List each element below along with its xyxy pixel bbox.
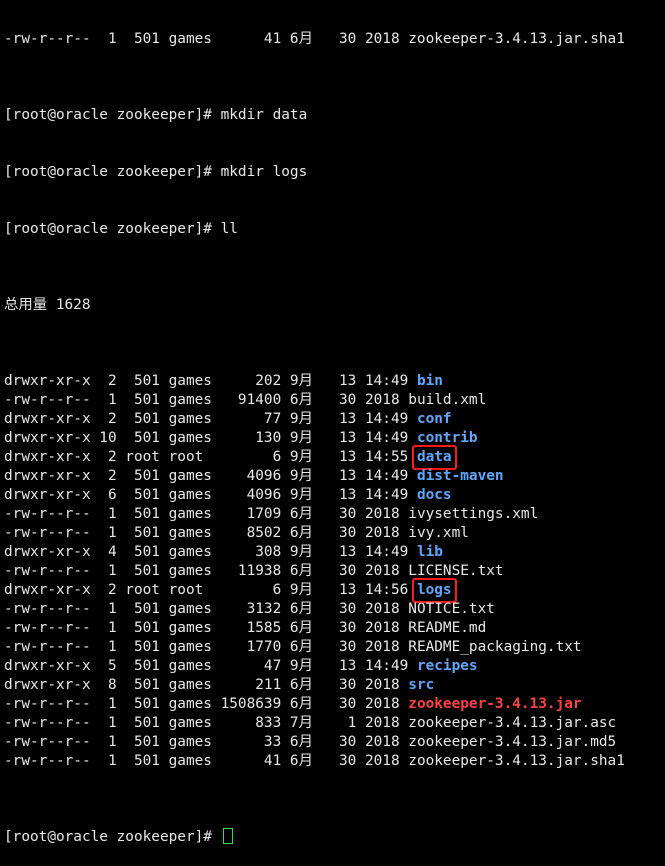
listing-row: -rw-r--r-- 1 501 games 1770 6月 30 2018 R… (0, 638, 665, 657)
listing-row: -rw-r--r-- 1 501 games 1709 6月 30 2018 i… (0, 505, 665, 524)
listing-name: dist-maven (416, 468, 504, 484)
listing-meta: -rw-r--r-- 1 501 games 33 6月 30 2018 (4, 734, 409, 750)
listing-meta: -rw-r--r-- 1 501 games 8502 6月 30 2018 (4, 525, 409, 541)
listing-name: LICENSE.txt (408, 563, 504, 579)
listing-name: README.md (408, 620, 487, 636)
listing-row: -rw-r--r-- 1 501 games 8502 6月 30 2018 i… (0, 524, 665, 543)
command-line: [root@oracle zookeeper]# mkdir data (0, 106, 665, 125)
listing-meta: drwxr-xr-x 2 root root 6 9月 13 14:55 (4, 449, 417, 465)
listing-meta: -rw-r--r-- 1 501 games 11938 6月 30 2018 (4, 563, 409, 579)
command-text: mkdir data (220, 107, 308, 123)
listing-row: -rw-r--r-- 1 501 games 91400 6月 30 2018 … (0, 391, 665, 410)
listing-meta: -rw-r--r-- 1 501 games 833 7月 1 2018 (4, 715, 409, 731)
listing-row: -rw-r--r-- 1 501 games 41 6月 30 2018 zoo… (0, 752, 665, 771)
listing-name: recipes (416, 658, 478, 674)
listing-row: drwxr-xr-x 4 501 games 308 9月 13 14:49 l… (0, 543, 665, 562)
listing-name: contrib (416, 430, 478, 446)
listing-name: zookeeper-3.4.13.jar.sha1 (408, 753, 625, 769)
listing-name-highlighted: logs (416, 582, 452, 598)
listing-name: lib (416, 544, 443, 560)
listing-meta: drwxr-xr-x 6 501 games 4096 9月 13 14:49 (4, 487, 417, 503)
listing-meta: drwxr-xr-x 2 501 games 202 9月 13 14:49 (4, 373, 417, 389)
listing-row: drwxr-xr-x 5 501 games 47 9月 13 14:49 re… (0, 657, 665, 676)
listing-meta: drwxr-xr-x 4 501 games 308 9月 13 14:49 (4, 544, 417, 560)
listing-name: docs (416, 487, 452, 503)
listing-name: zookeeper-3.4.13.jar.md5 (408, 734, 617, 750)
command-text: ll (220, 221, 238, 237)
command-text: mkdir logs (220, 164, 308, 180)
listing-meta: -rw-r--r-- 1 501 games 1709 6月 30 2018 (4, 506, 409, 522)
listing-row: -rw-r--r-- 1 501 games 11938 6月 30 2018 … (0, 562, 665, 581)
listing-name: ivy.xml (408, 525, 469, 541)
terminal-line-partial: -rw-r--r-- 1 501 games 41 6月 30 2018 zoo… (4, 31, 625, 47)
command-line: [root@oracle zookeeper]# ll (0, 220, 665, 239)
shell-prompt: [root@oracle zookeeper]# (4, 164, 221, 180)
listing-row: drwxr-xr-x 8 501 games 211 6月 30 2018 sr… (0, 676, 665, 695)
listing-meta: -rw-r--r-- 1 501 games 1508639 6月 30 201… (4, 696, 409, 712)
listing-name: NOTICE.txt (408, 601, 495, 617)
command-line-active[interactable]: [root@oracle zookeeper]# (0, 828, 665, 847)
listing-row: drwxr-xr-x 6 501 games 4096 9月 13 14:49 … (0, 486, 665, 505)
listing-name: bin (416, 373, 443, 389)
listing-name: README_packaging.txt (408, 639, 582, 655)
command-line: [root@oracle zookeeper]# mkdir logs (0, 163, 665, 182)
listing-row: -rw-r--r-- 1 501 games 1508639 6月 30 201… (0, 695, 665, 714)
listing-row: drwxr-xr-x 10 501 games 130 9月 13 14:49 … (0, 429, 665, 448)
listing-meta: -rw-r--r-- 1 501 games 1770 6月 30 2018 (4, 639, 409, 655)
terminal-window[interactable]: -rw-r--r-- 1 501 games 41 6月 30 2018 zoo… (0, 0, 665, 866)
listing-meta: -rw-r--r-- 1 501 games 41 6月 30 2018 (4, 753, 409, 769)
listing-row: drwxr-xr-x 2 501 games 4096 9月 13 14:49 … (0, 467, 665, 486)
listing-meta: -rw-r--r-- 1 501 games 91400 6月 30 2018 (4, 392, 409, 408)
listing-name-highlighted: data (416, 449, 452, 465)
listing-meta: drwxr-xr-x 2 501 games 77 9月 13 14:49 (4, 411, 417, 427)
listing-row: drwxr-xr-x 2 501 games 77 9月 13 14:49 co… (0, 410, 665, 429)
listing-meta: drwxr-xr-x 8 501 games 211 6月 30 2018 (4, 677, 409, 693)
listing-meta: -rw-r--r-- 1 501 games 1585 6月 30 2018 (4, 620, 409, 636)
listing-meta: drwxr-xr-x 5 501 games 47 9月 13 14:49 (4, 658, 417, 674)
listing-name: src (408, 677, 435, 693)
shell-prompt: [root@oracle zookeeper]# (4, 829, 221, 845)
listing-meta: -rw-r--r-- 1 501 games 3132 6月 30 2018 (4, 601, 409, 617)
shell-prompt: [root@oracle zookeeper]# (4, 107, 221, 123)
listing-name: ivysettings.xml (408, 506, 539, 522)
listing-row: drwxr-xr-x 2 501 games 202 9月 13 14:49 b… (0, 372, 665, 391)
listing-meta: drwxr-xr-x 2 root root 6 9月 13 14:56 (4, 582, 417, 598)
listing-meta: drwxr-xr-x 10 501 games 130 9月 13 14:49 (4, 430, 417, 446)
shell-prompt: [root@oracle zookeeper]# (4, 221, 221, 237)
listing-row: -rw-r--r-- 1 501 games 1585 6月 30 2018 R… (0, 619, 665, 638)
listing-meta: drwxr-xr-x 2 501 games 4096 9月 13 14:49 (4, 468, 417, 484)
listing-row: drwxr-xr-x 2 root root 6 9月 13 14:56 log… (0, 578, 665, 603)
listing-name: build.xml (408, 392, 487, 408)
listing-row: drwxr-xr-x 2 root root 6 9月 13 14:55 dat… (0, 445, 665, 470)
listing-name: zookeeper-3.4.13.jar.asc (408, 715, 617, 731)
listing-row: -rw-r--r-- 1 501 games 33 6月 30 2018 zoo… (0, 733, 665, 752)
listing-name: conf (416, 411, 452, 427)
cursor-icon (222, 828, 233, 844)
listing-name: zookeeper-3.4.13.jar (408, 696, 582, 712)
listing-row: -rw-r--r-- 1 501 games 3132 6月 30 2018 N… (0, 600, 665, 619)
directory-listing: drwxr-xr-x 2 501 games 202 9月 13 14:49 b… (0, 372, 665, 771)
listing-row: -rw-r--r-- 1 501 games 833 7月 1 2018 zoo… (0, 714, 665, 733)
total-line: 总用量 1628 (4, 297, 91, 313)
